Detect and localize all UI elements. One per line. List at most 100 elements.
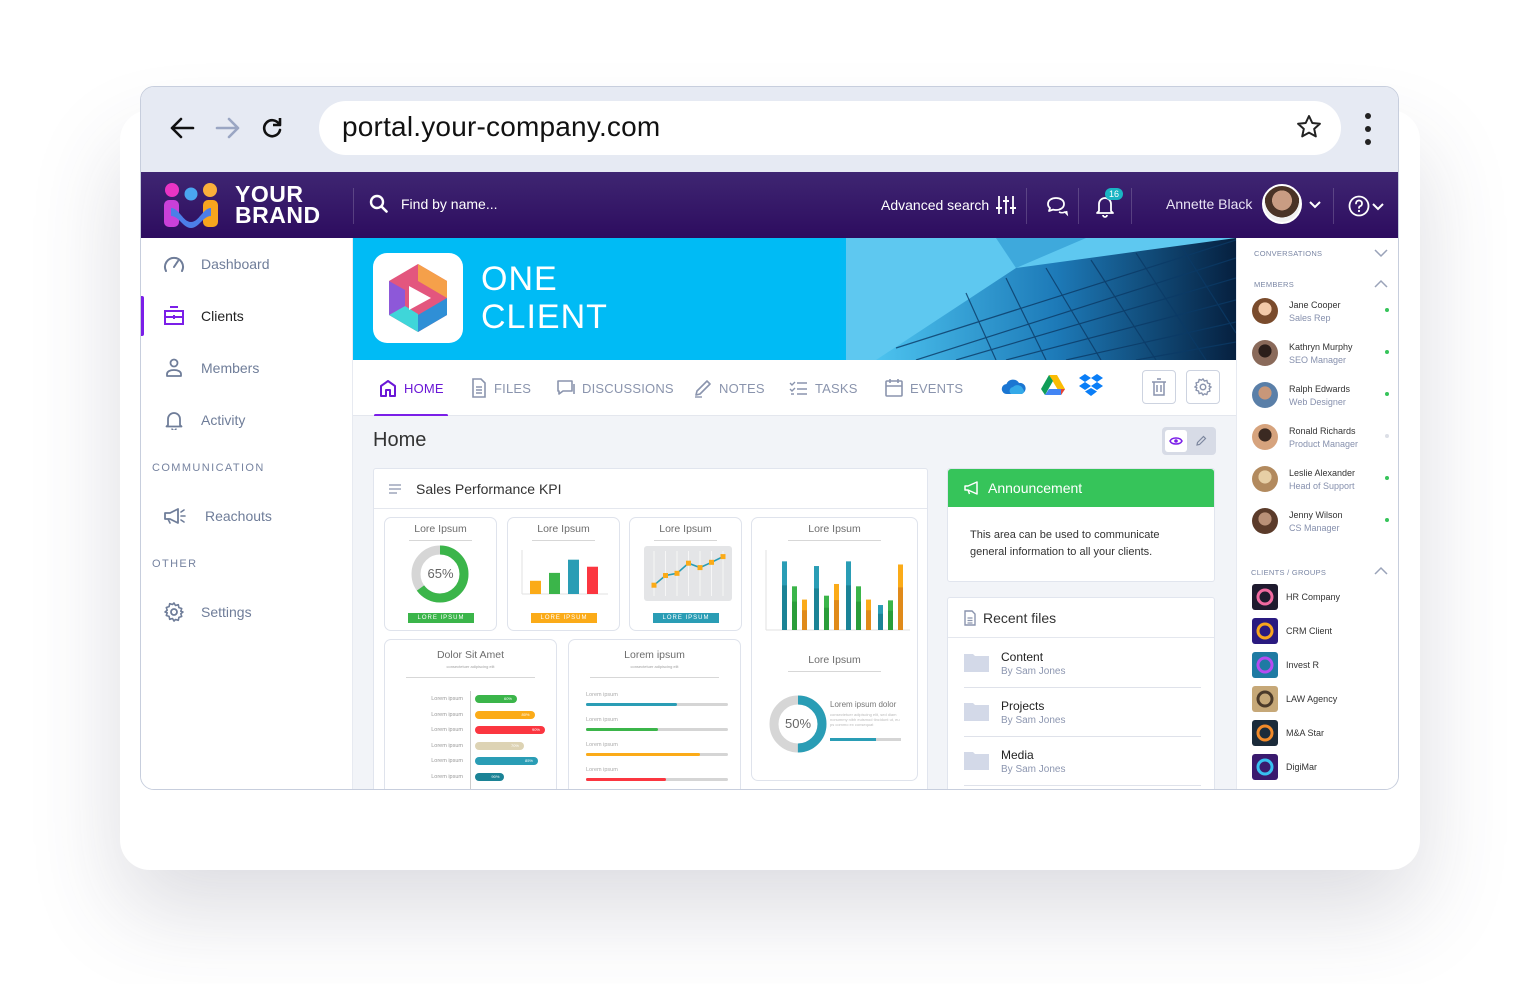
advanced-search-label: Advanced search	[881, 197, 990, 213]
notifications-button[interactable]: 16	[1091, 188, 1124, 220]
help-menu-button[interactable]	[1346, 192, 1386, 220]
clients-groups-heading[interactable]: CLIENTS / GROUPS	[1251, 568, 1326, 577]
sidebar-item-label: Members	[201, 360, 260, 376]
widget-divider	[788, 540, 881, 541]
widget-divider	[589, 677, 720, 678]
member-name: Leslie Alexander	[1289, 467, 1356, 478]
bar-lower	[866, 610, 871, 630]
member-item[interactable]: Jane Cooper Sales Rep	[1252, 294, 1392, 328]
google-drive-icon[interactable]	[1041, 374, 1065, 401]
view-mode-button[interactable]	[1165, 430, 1187, 452]
client-item[interactable]: LAW Agency	[1252, 686, 1392, 712]
kpi-widget-donut: Lore Ipsum 65% LORE IPSUM	[384, 517, 497, 631]
member-item[interactable]: Ronald Richards Product Manager	[1252, 420, 1392, 454]
progress-fill	[830, 738, 877, 741]
delete-button[interactable]	[1142, 370, 1176, 404]
client-item[interactable]: M&A Star	[1252, 720, 1392, 746]
progress-label: Lorem ipsum	[586, 692, 618, 698]
page-title: Home	[373, 429, 427, 451]
file-row[interactable]: Content By Sam Jones	[964, 639, 1201, 688]
client-tabs: HOME FILES DISCUSSIONS NOTES TASKS EVENT…	[353, 360, 1236, 417]
kebab-menu-icon[interactable]	[1356, 111, 1380, 147]
file-row[interactable]: Projects By Sam Jones	[964, 688, 1201, 737]
member-item[interactable]: Jenny Wilson CS Manager	[1252, 504, 1392, 538]
progress-fill	[586, 778, 666, 781]
sidebar-item-dashboard[interactable]: Dashboard	[141, 244, 353, 284]
widget-tag: LORE IPSUM	[531, 613, 597, 623]
bar-lower	[878, 613, 883, 630]
member-name: Jenny Wilson	[1289, 509, 1343, 520]
search-input[interactable]: Find by name...	[369, 194, 498, 214]
client-item[interactable]: HR Company	[1252, 584, 1392, 610]
hbar-label: Lorem ipsum	[431, 742, 463, 749]
tab-tasks[interactable]: TASKS	[789, 360, 858, 416]
url-text[interactable]: portal.your-company.com	[342, 111, 660, 143]
right-sidebar: CONVERSATIONS MEMBERS Jane Cooper Sales R…	[1236, 238, 1398, 789]
client-item[interactable]: Invest R	[1252, 652, 1392, 678]
conversations-heading[interactable]: CONVERSATIONS	[1254, 249, 1322, 258]
sidebar-item-reachouts[interactable]: Reachouts	[141, 496, 353, 536]
client-item[interactable]: DigiMar	[1252, 754, 1392, 780]
widget-tag: LORE IPSUM	[408, 613, 474, 623]
file-owner: By Sam Jones	[1001, 665, 1066, 677]
client-name: HR Company	[1286, 592, 1341, 602]
sidebar-item-members[interactable]: Members	[141, 348, 353, 388]
crm-client-logo	[1252, 618, 1278, 644]
member-item[interactable]: Leslie Alexander Head of Support	[1252, 462, 1392, 496]
onedrive-icon[interactable]	[1001, 378, 1027, 401]
file-row[interactable]: Media By Sam Jones	[964, 737, 1201, 786]
tab-events[interactable]: EVENTS	[884, 360, 963, 416]
chevron-up-icon[interactable]	[1374, 566, 1388, 576]
document-icon	[472, 378, 486, 398]
tab-home[interactable]: HOME	[374, 360, 448, 417]
address-bar[interactable]: portal.your-company.com	[319, 101, 1341, 155]
member-role: Head of Support	[1289, 480, 1355, 491]
file-owner: By Sam Jones	[1001, 714, 1066, 726]
announcement-header: Announcement	[948, 469, 1214, 507]
bar	[587, 566, 598, 594]
chevron-up-icon[interactable]	[1374, 279, 1388, 289]
member-name: Kathryn Murphy	[1289, 341, 1353, 352]
back-button[interactable]	[165, 111, 199, 145]
star-icon[interactable]	[1295, 113, 1323, 146]
sidebar-item-clients[interactable]: Clients	[141, 296, 353, 336]
brand-logo[interactable]: YOUR BRAND	[163, 182, 321, 228]
widget-subtitle: consectetuer adipiscing elit	[630, 664, 679, 669]
client-name: Invest R	[1286, 660, 1320, 670]
announcement-title: Announcement	[988, 480, 1083, 496]
file-name: Content	[1001, 649, 1044, 664]
brand-name: YOUR BRAND	[235, 183, 321, 227]
client-title: ONE CLIENT	[481, 260, 608, 336]
tab-label: TASKS	[815, 380, 858, 396]
forward-button[interactable]	[211, 111, 245, 145]
user-menu[interactable]: Annette Black	[1166, 184, 1322, 224]
tab-files[interactable]: FILES	[470, 360, 531, 416]
bar-lower	[802, 610, 807, 630]
conversations-button[interactable]	[1043, 192, 1071, 220]
member-name: Jane Cooper	[1289, 299, 1341, 310]
invest-r-logo	[1252, 652, 1278, 678]
member-item[interactable]: Ralph Edwards Web Designer	[1252, 378, 1392, 412]
client-item[interactable]: CRM Client	[1252, 618, 1392, 644]
widget-subtitle: consectetuer adipiscing elit	[446, 664, 495, 669]
chevron-down-icon[interactable]	[1374, 248, 1388, 258]
client-name: CRM Client	[1286, 626, 1333, 636]
calendar-icon	[885, 379, 903, 397]
sidebar-item-activity[interactable]: Activity	[141, 400, 353, 440]
dropbox-icon[interactable]	[1079, 373, 1103, 402]
edit-mode-button[interactable]	[1190, 430, 1212, 452]
file-name: Projects	[1001, 698, 1045, 713]
tab-discussions[interactable]: DISCUSSIONS	[556, 360, 674, 416]
sidebar-item-label: Dashboard	[201, 256, 270, 272]
reload-button[interactable]	[255, 111, 289, 145]
advanced-search-button[interactable]: Advanced search	[881, 194, 1017, 216]
tab-notes[interactable]: NOTES	[693, 360, 765, 416]
donut-label: 65%	[427, 566, 454, 581]
sidebar-item-settings[interactable]: Settings	[141, 592, 353, 632]
member-item[interactable]: Kathryn Murphy SEO Manager	[1252, 336, 1392, 370]
widget-divider	[532, 540, 595, 541]
settings-button[interactable]	[1186, 370, 1220, 404]
members-heading[interactable]: MEMBERS	[1254, 280, 1294, 289]
progress-track	[586, 703, 728, 706]
kpi-widget-grouped: Lore Ipsum Lore Ipsum 50% Lorem ipsum do…	[751, 517, 918, 781]
